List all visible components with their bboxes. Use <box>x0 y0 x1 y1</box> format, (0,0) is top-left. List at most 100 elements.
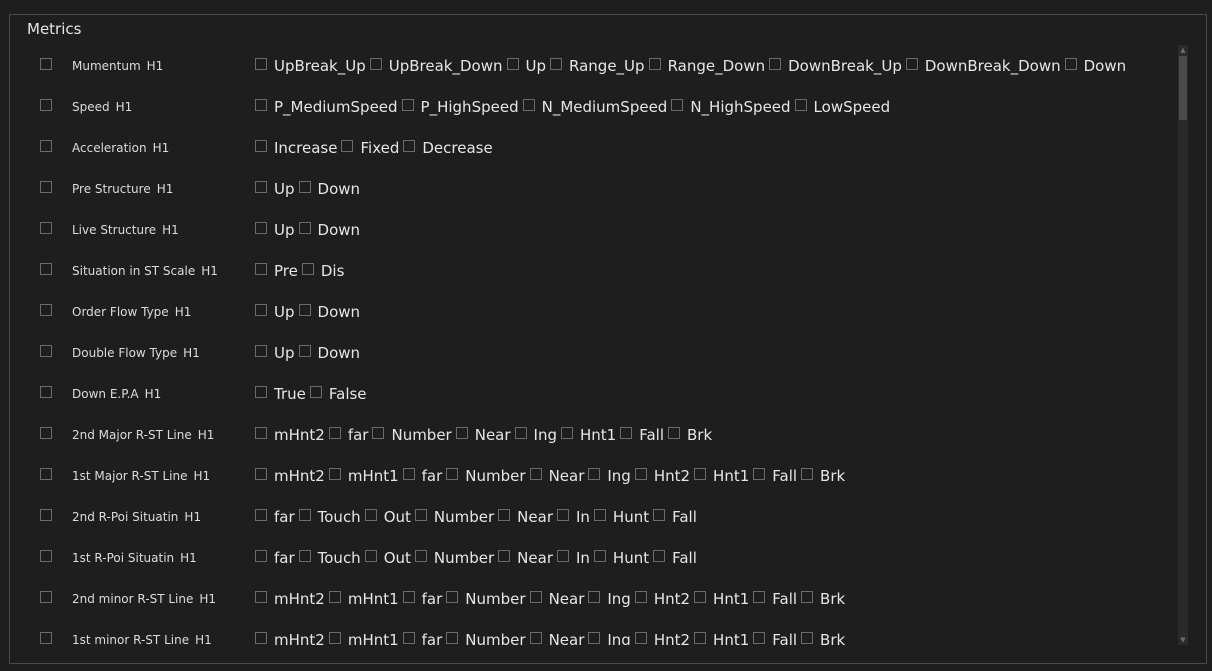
option-checkbox-item[interactable]: Fall <box>753 590 797 608</box>
metric-enable-checkbox[interactable] <box>40 181 52 193</box>
metric-enable-checkbox[interactable] <box>40 99 52 111</box>
option-checkbox-item[interactable]: Fixed <box>341 139 399 157</box>
metric-enable-checkbox[interactable] <box>40 468 52 480</box>
option-checkbox[interactable] <box>653 509 666 521</box>
option-checkbox-item[interactable]: Brk <box>668 426 712 444</box>
option-checkbox-item[interactable]: Ing <box>588 631 631 645</box>
scrollbar-thumb[interactable] <box>1179 56 1187 120</box>
option-checkbox[interactable] <box>364 509 377 521</box>
option-checkbox-item[interactable]: N_HighSpeed <box>671 98 791 116</box>
option-checkbox-item[interactable]: mHnt1 <box>328 467 399 485</box>
option-checkbox-item[interactable]: Number <box>446 631 526 645</box>
option-checkbox[interactable] <box>634 632 647 644</box>
option-checkbox[interactable] <box>753 591 766 603</box>
option-checkbox-item[interactable]: Down <box>1064 57 1126 75</box>
option-checkbox[interactable] <box>298 181 311 193</box>
option-checkbox-item[interactable]: Dis <box>301 262 344 280</box>
option-checkbox-item[interactable]: Hunt <box>593 549 649 567</box>
option-checkbox-item[interactable]: True <box>255 385 306 403</box>
option-checkbox[interactable] <box>414 509 427 521</box>
option-checkbox-item[interactable]: Down <box>298 180 360 198</box>
option-checkbox[interactable] <box>298 222 311 234</box>
option-checkbox-item[interactable]: far <box>402 631 442 645</box>
scroll-up-arrow-icon[interactable]: ▲ <box>1178 45 1188 55</box>
option-checkbox-item[interactable]: Hnt2 <box>634 590 690 608</box>
metric-enable-checkbox[interactable] <box>40 263 52 275</box>
option-checkbox[interactable] <box>255 509 267 521</box>
option-checkbox[interactable] <box>341 140 354 152</box>
option-checkbox[interactable] <box>402 632 415 644</box>
option-checkbox[interactable] <box>561 427 573 439</box>
option-checkbox[interactable] <box>753 468 766 480</box>
option-checkbox[interactable] <box>529 591 542 603</box>
option-checkbox[interactable] <box>255 632 267 644</box>
option-checkbox[interactable] <box>588 468 601 480</box>
option-checkbox-item[interactable]: DownBreak_Up <box>769 57 902 75</box>
option-checkbox-item[interactable]: Near <box>455 426 511 444</box>
option-checkbox[interactable] <box>446 591 459 603</box>
option-checkbox[interactable] <box>255 263 267 275</box>
metric-enable-checkbox[interactable] <box>40 632 52 644</box>
option-checkbox-item[interactable]: Pre <box>255 262 298 280</box>
option-checkbox[interactable] <box>414 550 427 562</box>
metric-enable-checkbox[interactable] <box>40 345 52 357</box>
option-checkbox[interactable] <box>498 509 511 521</box>
option-checkbox[interactable] <box>634 468 647 480</box>
option-checkbox-item[interactable]: Fall <box>753 467 797 485</box>
option-checkbox[interactable] <box>668 427 680 439</box>
metrics-list[interactable]: Mumentum H1 UpBreak_Up UpBreak_Down Up Range_… <box>29 45 1177 645</box>
option-checkbox[interactable] <box>794 99 807 111</box>
option-checkbox[interactable] <box>298 345 311 357</box>
option-checkbox[interactable] <box>694 468 707 480</box>
option-checkbox-item[interactable]: Hnt2 <box>634 631 690 645</box>
option-checkbox[interactable] <box>401 99 414 111</box>
option-checkbox[interactable] <box>648 58 661 70</box>
option-checkbox[interactable] <box>620 427 633 439</box>
option-checkbox[interactable] <box>298 304 311 316</box>
option-checkbox-item[interactable]: mHnt2 <box>255 631 325 645</box>
option-checkbox-item[interactable]: mHnt1 <box>328 631 399 645</box>
option-checkbox[interactable] <box>671 99 684 111</box>
option-checkbox[interactable] <box>402 468 415 480</box>
option-checkbox[interactable] <box>694 632 707 644</box>
option-checkbox-item[interactable]: Number <box>414 549 494 567</box>
option-checkbox[interactable] <box>529 468 542 480</box>
option-checkbox-item[interactable]: Hunt <box>593 508 649 526</box>
option-checkbox-item[interactable]: Up <box>506 57 546 75</box>
option-checkbox-item[interactable]: Near <box>529 590 584 608</box>
metric-enable-checkbox[interactable] <box>40 550 52 562</box>
option-checkbox[interactable] <box>255 427 267 439</box>
option-checkbox-item[interactable]: mHnt2 <box>255 467 325 485</box>
metric-enable-checkbox[interactable] <box>40 222 52 234</box>
option-checkbox[interactable] <box>550 58 563 70</box>
option-checkbox[interactable] <box>556 509 569 521</box>
option-checkbox[interactable] <box>255 591 267 603</box>
option-checkbox-item[interactable]: Range_Down <box>648 57 765 75</box>
option-checkbox[interactable] <box>653 550 666 562</box>
option-checkbox-item[interactable]: In <box>556 508 590 526</box>
option-checkbox[interactable] <box>364 550 377 562</box>
metric-enable-checkbox[interactable] <box>40 58 52 70</box>
option-checkbox-item[interactable]: Ing <box>514 426 557 444</box>
option-checkbox-item[interactable]: Up <box>255 221 295 239</box>
option-checkbox-item[interactable]: Near <box>498 549 553 567</box>
option-checkbox[interactable] <box>369 58 382 70</box>
option-checkbox[interactable] <box>498 550 511 562</box>
option-checkbox-item[interactable]: Hnt1 <box>694 631 749 645</box>
option-checkbox-item[interactable]: Near <box>498 508 553 526</box>
option-checkbox-item[interactable]: Up <box>255 180 295 198</box>
option-checkbox[interactable] <box>255 181 267 193</box>
option-checkbox-item[interactable]: Hnt1 <box>694 467 749 485</box>
option-checkbox-item[interactable]: Down <box>298 344 360 362</box>
option-checkbox[interactable] <box>801 591 814 603</box>
option-checkbox-item[interactable]: Ing <box>588 467 631 485</box>
option-checkbox-item[interactable]: UpBreak_Down <box>369 57 503 75</box>
option-checkbox-item[interactable]: Hnt1 <box>694 590 749 608</box>
option-checkbox[interactable] <box>255 550 267 562</box>
option-checkbox[interactable] <box>309 386 322 398</box>
option-checkbox[interactable] <box>529 632 542 644</box>
option-checkbox[interactable] <box>446 632 459 644</box>
option-checkbox-item[interactable]: Number <box>372 426 452 444</box>
option-checkbox-item[interactable]: Number <box>446 590 526 608</box>
metric-enable-checkbox[interactable] <box>40 140 52 152</box>
